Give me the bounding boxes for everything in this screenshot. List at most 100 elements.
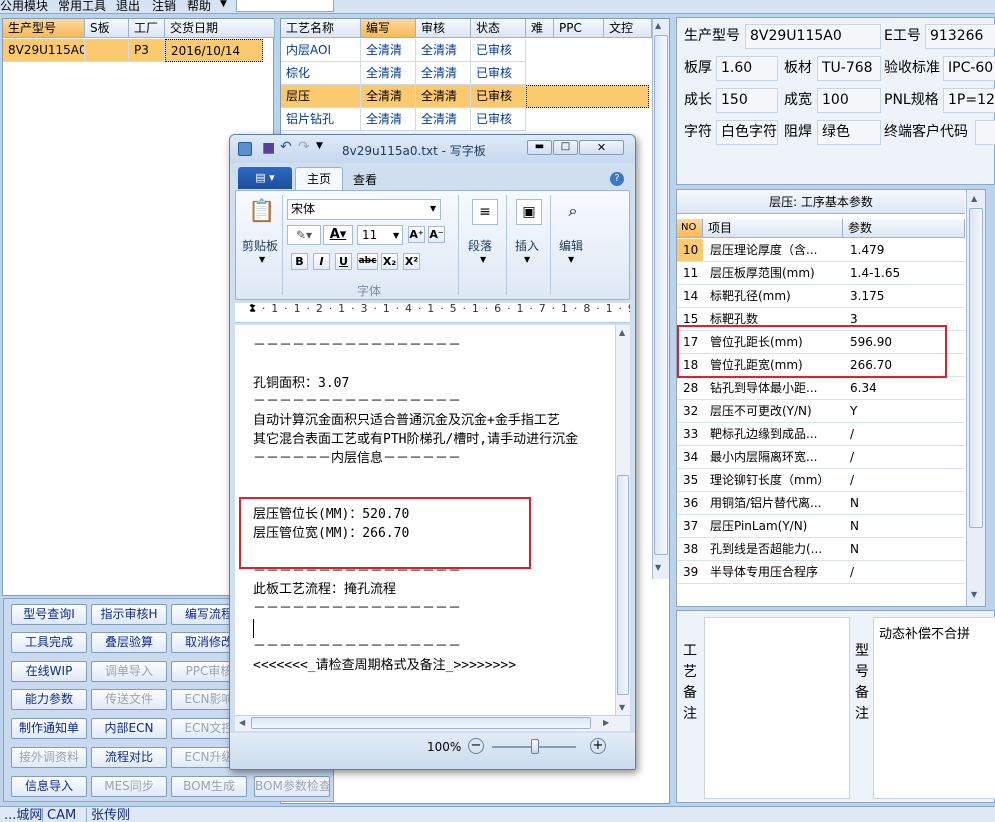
- instruction-review-button[interactable]: 指示审核H: [91, 604, 167, 625]
- paragraph-icon[interactable]: ≡: [472, 199, 498, 225]
- edit-group-label[interactable]: 编辑: [559, 237, 583, 254]
- param-item[interactable]: 层压板厚范围(mm): [703, 262, 843, 285]
- order-model[interactable]: 8V29U115A0: [3, 39, 85, 62]
- customer-field[interactable]: [975, 120, 995, 145]
- param-item[interactable]: 理论铆钉长度（mm）: [703, 469, 843, 492]
- width-field[interactable]: 100: [817, 88, 881, 113]
- wordpad-titlebar[interactable]: ■ ↶ ↷ ▼ 8v29u115a0.txt - 写字板 ▬ □ ✕: [230, 135, 635, 163]
- param-value[interactable]: /: [843, 561, 965, 584]
- process-status[interactable]: 已审核: [471, 39, 526, 62]
- capability-params-button[interactable]: 能力参数: [11, 689, 87, 710]
- send-file-button[interactable]: 传送文件: [91, 689, 167, 710]
- menu-item-tools[interactable]: 常用工具: [58, 0, 106, 14]
- col-model[interactable]: 生产型号: [3, 19, 85, 38]
- paragraph-dropdown-icon[interactable]: ▼: [480, 255, 486, 264]
- bom-param-check-button[interactable]: BOM参数检查: [254, 776, 330, 797]
- help-icon[interactable]: ?: [610, 172, 624, 186]
- tab-home[interactable]: 主页: [295, 167, 343, 191]
- quick-access-dropdown-icon[interactable]: ▼: [316, 141, 323, 151]
- insert-picture-icon[interactable]: ▣: [516, 199, 542, 225]
- standard-field[interactable]: IPC-601: [943, 56, 995, 81]
- scroll-down-icon[interactable]: ▼: [971, 590, 977, 599]
- taskbar-item-cam[interactable]: CAM: [42, 808, 80, 822]
- order-s[interactable]: [85, 39, 129, 62]
- param-value[interactable]: 6.34: [843, 377, 965, 400]
- menu-item-common[interactable]: 公用模块: [0, 0, 48, 14]
- strikethrough-button[interactable]: abc: [357, 253, 378, 270]
- process-selected-tail[interactable]: [526, 85, 649, 108]
- stackup-check-button[interactable]: 叠层验算: [91, 632, 167, 653]
- params-scrollbar[interactable]: ▲ ▼: [966, 190, 985, 606]
- taskbar-item-user[interactable]: 张传刚: [86, 808, 134, 822]
- col-process-name[interactable]: 工艺名称: [281, 19, 361, 38]
- document-hscrollbar[interactable]: ◀ ▶: [235, 715, 630, 731]
- col-difficulty[interactable]: 难: [526, 19, 554, 38]
- shrink-font-button[interactable]: A⁻: [428, 226, 445, 243]
- col-value[interactable]: 参数: [843, 219, 965, 238]
- col-status[interactable]: 状态: [471, 19, 526, 38]
- document-vscroll-thumb[interactable]: [617, 475, 629, 695]
- notice-button[interactable]: 制作通知单: [11, 718, 87, 739]
- param-no[interactable]: 11: [677, 262, 703, 285]
- process-writer[interactable]: 全清清: [361, 39, 416, 62]
- superscript-button[interactable]: X²: [403, 253, 420, 270]
- scroll-down-icon[interactable]: ▼: [655, 563, 661, 572]
- col-item[interactable]: 项目: [703, 219, 843, 238]
- param-no[interactable]: 33: [677, 423, 703, 446]
- param-value[interactable]: /: [843, 446, 965, 469]
- find-icon[interactable]: ⌕: [560, 199, 586, 225]
- param-no[interactable]: 34: [677, 446, 703, 469]
- highlight-color-button[interactable]: ✎▾: [287, 225, 321, 245]
- file-menu-button[interactable]: ▤ ▾: [238, 167, 292, 189]
- process-reviewer[interactable]: 全清清: [416, 85, 471, 108]
- param-item[interactable]: 层压理论厚度（含...: [703, 239, 843, 262]
- save-icon[interactable]: ■: [262, 140, 275, 156]
- process-name[interactable]: 层压: [281, 85, 361, 108]
- scroll-left-icon[interactable]: ◀: [239, 718, 245, 727]
- minimize-button[interactable]: ▬: [527, 140, 552, 155]
- param-value[interactable]: 1.4-1.65: [843, 262, 965, 285]
- process-scroll-thumb[interactable]: [654, 35, 668, 555]
- top-combo[interactable]: [236, 0, 334, 12]
- param-item[interactable]: 钻孔到导体最小距...: [703, 377, 843, 400]
- param-item[interactable]: 孔到线是否超能力(...: [703, 538, 843, 561]
- help-dropdown-icon[interactable]: ▼: [220, 0, 227, 9]
- grow-font-button[interactable]: A⁺: [408, 226, 425, 243]
- document-vscrollbar[interactable]: ▲ ▼: [615, 325, 630, 715]
- mask-field[interactable]: 绿色: [817, 120, 881, 145]
- underline-button[interactable]: U: [335, 253, 352, 270]
- model-query-button[interactable]: 型号查询I: [11, 604, 87, 625]
- paragraph-group-label[interactable]: 段落: [468, 237, 492, 254]
- param-item[interactable]: 层压不可更改(Y/N): [703, 400, 843, 423]
- tab-view[interactable]: 查看: [353, 171, 377, 188]
- param-no[interactable]: 36: [677, 492, 703, 515]
- insert-dropdown-icon[interactable]: ▼: [524, 255, 530, 264]
- zoom-out-button[interactable]: −: [468, 738, 484, 754]
- redo-icon[interactable]: ↷: [298, 139, 310, 155]
- param-no[interactable]: 28: [677, 377, 703, 400]
- wordpad-app-icon[interactable]: [238, 142, 252, 156]
- order-factory[interactable]: P3: [129, 39, 165, 62]
- param-value[interactable]: /: [843, 469, 965, 492]
- document-hscroll-thumb[interactable]: [251, 717, 591, 729]
- process-name[interactable]: 棕化: [281, 62, 361, 85]
- process-reviewer[interactable]: 全清清: [416, 108, 471, 131]
- col-s-board[interactable]: S板: [85, 19, 129, 38]
- process-writer[interactable]: 全清清: [361, 108, 416, 131]
- flow-compare-button[interactable]: 流程对比: [91, 747, 167, 768]
- param-no[interactable]: 10: [677, 239, 703, 262]
- undo-icon[interactable]: ↶: [280, 139, 292, 155]
- process-note-textarea[interactable]: [704, 617, 850, 799]
- param-value[interactable]: N: [843, 538, 965, 561]
- param-value[interactable]: 1.479: [843, 239, 965, 262]
- process-writer[interactable]: 全清清: [361, 85, 416, 108]
- bom-generate-button[interactable]: BOM生成: [171, 776, 247, 797]
- col-date[interactable]: 交货日期: [165, 19, 275, 38]
- taskbar-item-network[interactable]: ...城网: [0, 808, 46, 822]
- col-ppc[interactable]: PPC: [554, 19, 604, 38]
- col-writer[interactable]: 编写: [361, 19, 416, 38]
- internal-ecn-button[interactable]: 内部ECN: [91, 718, 167, 739]
- menu-item-help[interactable]: 帮助: [187, 0, 211, 14]
- length-field[interactable]: 150: [716, 88, 778, 113]
- italic-button[interactable]: I: [313, 253, 330, 270]
